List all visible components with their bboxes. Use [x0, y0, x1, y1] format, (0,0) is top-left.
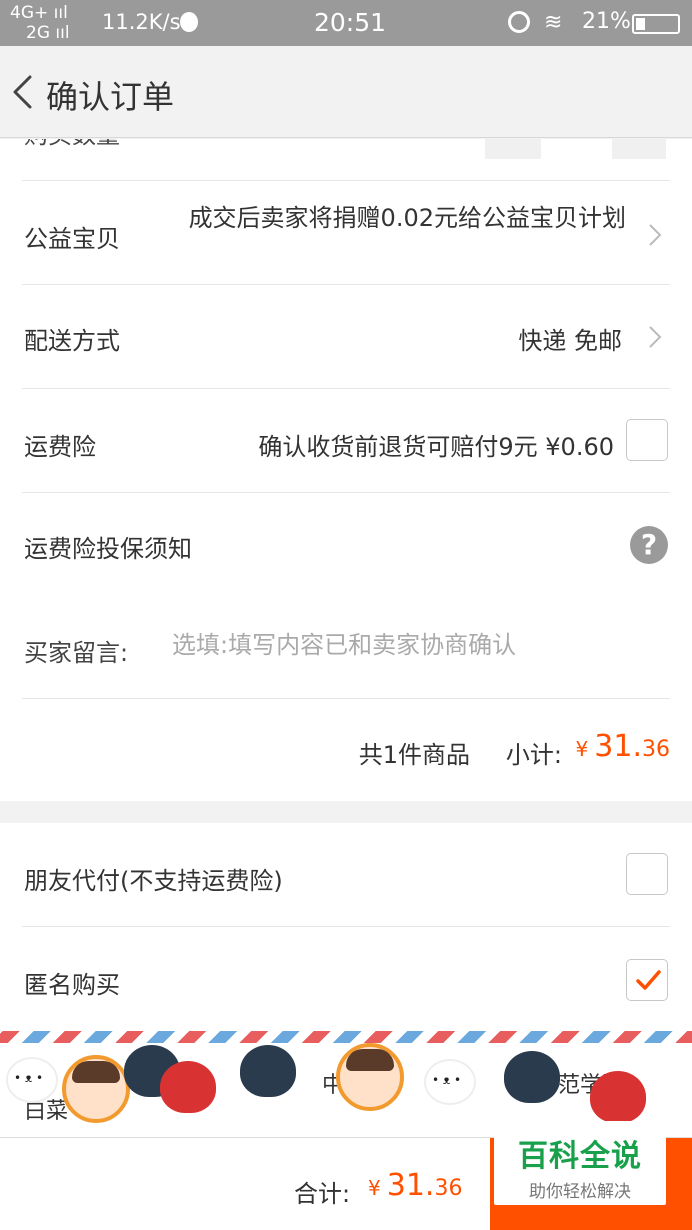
watermark-subtitle: 助你轻松解决 [529, 1182, 631, 1202]
subtotal-label: 小计: [505, 741, 562, 769]
insurance-notice-row[interactable]: 运费险投保须知 ? [22, 493, 670, 593]
battery-percent: 21% [582, 9, 631, 34]
face-sticker-icon [336, 1043, 404, 1111]
subtotal-currency: ¥ [575, 737, 589, 761]
total-label: 合计: [294, 1180, 351, 1208]
face-sticker-icon [62, 1055, 130, 1123]
total-currency: ¥ [368, 1176, 381, 1200]
network-4g: 4G+ ııl [10, 3, 68, 23]
subtotal-decimal: 36 [642, 737, 670, 762]
subtotal-integer: 31. [594, 729, 642, 764]
anonymous-label: 匿名购买 [24, 971, 120, 999]
delivery-value: 快递 免邮 [518, 327, 622, 355]
penguin-sticker-icon [504, 1051, 560, 1103]
status-bar: 4G+ ııl 2G ııl 11.2K/s 20:51 ≋ 21% [0, 0, 692, 46]
subtotal-amount: ¥31.36 [576, 729, 670, 764]
buyer-message-input[interactable] [172, 631, 652, 659]
bear-sticker-icon [6, 1057, 58, 1103]
watermark-logo: 百科全说 助你轻松解决 [494, 1121, 666, 1205]
watermark-title: 百科全说 [518, 1139, 642, 1174]
parrot-sticker-icon [590, 1071, 646, 1123]
subtotal-row: 共1件商品 小计: ¥31.36 [22, 699, 670, 801]
delivery-row[interactable]: 配送方式 快递 免邮 [22, 285, 670, 389]
bear-sticker-icon [424, 1059, 476, 1105]
total-decimal: 36 [434, 1176, 463, 1201]
network-2g: 2G ııl [26, 23, 70, 43]
delivery-label: 配送方式 [24, 327, 120, 355]
airmail-stripe [0, 1031, 692, 1043]
total-amount: ¥31.36 [368, 1168, 462, 1203]
chevron-right-icon [649, 224, 662, 246]
insurance-notice-label: 运费险投保须知 [24, 535, 192, 563]
anonymous-checkbox[interactable] [626, 959, 668, 1001]
anonymous-row[interactable]: 匿名购买 [22, 927, 670, 1031]
network-speed: 11.2K/s [102, 10, 181, 34]
insurance-row: 运费险 确认收货前退货可赔付9元 ¥0.60 [22, 389, 670, 493]
insurance-value: 确认收货前退货可赔付9元 ¥0.60 [258, 433, 614, 461]
help-icon[interactable]: ? [630, 526, 668, 564]
item-count: 共1件商品 [358, 741, 470, 769]
qq-icon [180, 12, 198, 32]
buyer-message-label: 买家留言: [24, 639, 129, 667]
friend-pay-label: 朋友代付(不支持运费险) [24, 867, 283, 895]
order-card: 购买数量 公益宝贝 成交后卖家将捐赠0.02元给公益宝贝计划 配送方式 快递 免… [0, 139, 692, 801]
charity-label: 公益宝贝 [24, 225, 120, 253]
alarm-icon [508, 11, 530, 33]
friend-pay-checkbox[interactable] [626, 853, 668, 895]
back-arrow-icon[interactable] [8, 74, 38, 110]
buyer-message-row: 买家留言: [22, 593, 670, 699]
parrot-sticker-icon [160, 1061, 216, 1113]
quantity-row: 购买数量 [22, 139, 670, 181]
wifi-icon: ≋ [544, 10, 563, 35]
penguin-sticker-icon [240, 1045, 296, 1097]
total-integer: 31. [386, 1168, 435, 1203]
clock: 20:51 [314, 8, 387, 37]
quantity-decrease-button[interactable] [485, 139, 541, 159]
checkmark-icon [636, 970, 661, 990]
quantity-label: 购买数量 [24, 139, 120, 150]
charity-value: 成交后卖家将捐赠0.02元给公益宝贝计划 [188, 204, 626, 232]
quantity-increase-button[interactable] [612, 139, 666, 159]
battery-icon [632, 14, 680, 34]
page-title: 确认订单 [46, 78, 175, 116]
insurance-label: 运费险 [24, 433, 96, 461]
friend-pay-row[interactable]: 朋友代付(不支持运费险) [22, 823, 670, 927]
charity-row[interactable]: 公益宝贝 成交后卖家将捐赠0.02元给公益宝贝计划 [22, 181, 670, 285]
chevron-right-icon [649, 326, 662, 348]
payment-options-card: 朋友代付(不支持运费险) 匿名购买 [0, 823, 692, 1031]
nav-bar: 确认订单 [0, 46, 692, 138]
insurance-checkbox[interactable] [626, 419, 668, 461]
